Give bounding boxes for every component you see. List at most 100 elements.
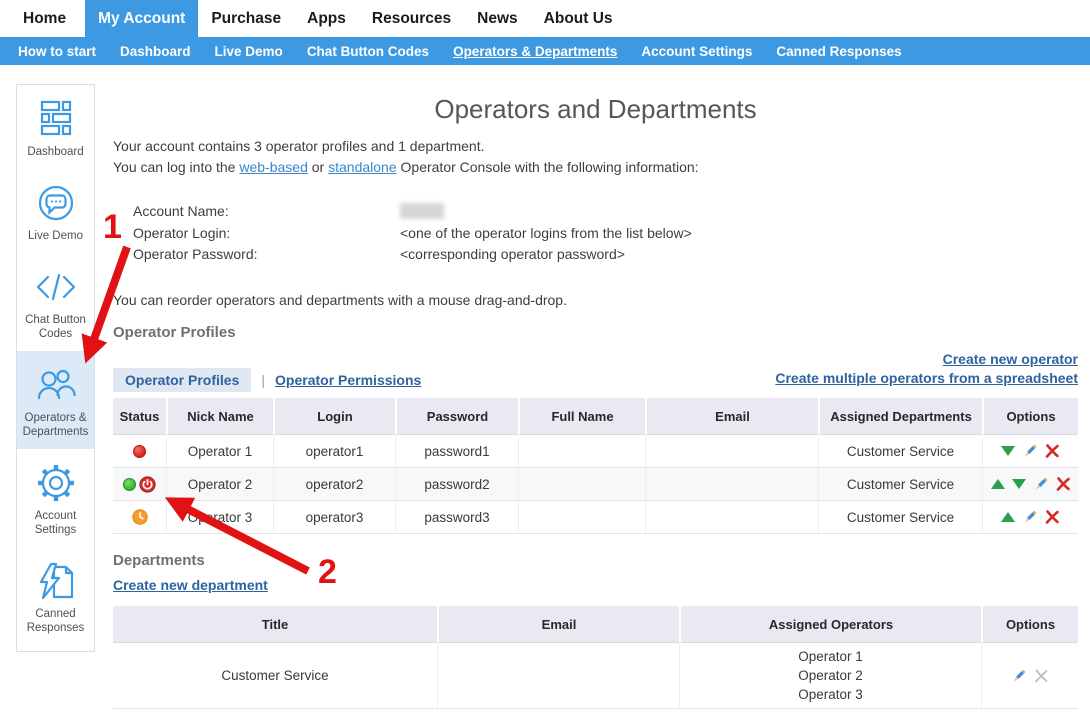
operator-password-label: Operator Password:: [133, 244, 400, 266]
nav-home[interactable]: Home: [10, 0, 79, 37]
edit-icon[interactable]: [1022, 509, 1038, 525]
intro-text: Your account contains 3 operator profile…: [113, 136, 699, 178]
lightning-page-icon: [34, 559, 78, 603]
status-online-icon: [123, 478, 136, 491]
col-email: Email: [645, 398, 818, 435]
top-nav: Home My Account Purchase Apps Resources …: [0, 0, 1090, 37]
create-links: Create new operator Create multiple oper…: [775, 350, 1078, 387]
create-new-department-link[interactable]: Create new department: [113, 577, 268, 593]
nav-my-account[interactable]: My Account: [85, 0, 198, 37]
sidebar-label: Chat Button Codes: [19, 313, 92, 341]
assigned-operators-cell: Operator 1 Operator 2 Operator 3: [679, 643, 981, 709]
account-name-row: Account Name:: [133, 201, 692, 223]
move-down-icon[interactable]: [1001, 446, 1015, 456]
sidebar: Dashboard Live Demo Chat Button Codes: [16, 84, 95, 652]
sidebar-item-dashboard[interactable]: Dashboard: [17, 85, 94, 169]
standalone-link[interactable]: standalone: [328, 159, 397, 175]
delete-icon[interactable]: [1045, 444, 1060, 458]
status-away-clock-icon: [132, 509, 148, 525]
subnav-canned-responses[interactable]: Canned Responses: [764, 44, 913, 59]
move-up-icon[interactable]: [991, 479, 1005, 489]
col-options: Options: [982, 398, 1078, 435]
assigned-operator: Operator 3: [680, 685, 981, 704]
login-credentials: Account Name: Operator Login: <one of th…: [133, 201, 692, 266]
sidebar-label: Account Settings: [19, 509, 92, 537]
operator-row-3: Operator 3 operator3 password3 Customer …: [113, 501, 1078, 534]
full-name-cell: [518, 435, 645, 468]
nav-resources[interactable]: Resources: [359, 0, 464, 37]
sidebar-label: Operators & Departments: [19, 411, 92, 439]
edit-icon[interactable]: [1033, 476, 1049, 492]
logout-power-icon[interactable]: [139, 476, 156, 493]
delete-disabled-icon: [1034, 669, 1049, 683]
operators-departments-page: Home My Account Purchase Apps Resources …: [0, 0, 1090, 722]
tab-operator-profiles[interactable]: Operator Profiles: [113, 368, 251, 392]
tab-operator-permissions[interactable]: Operator Permissions: [275, 372, 421, 388]
department-row-1: Customer Service Operator 1 Operator 2 O…: [113, 643, 1078, 709]
departments-cell: Customer Service: [818, 501, 982, 534]
delete-icon[interactable]: [1045, 510, 1060, 524]
edit-icon[interactable]: [1011, 668, 1027, 684]
subnav-live-demo[interactable]: Live Demo: [203, 44, 295, 59]
operator-password-value: <corresponding operator password>: [400, 244, 625, 266]
intro-line-2: You can log into the web-based or standa…: [113, 157, 699, 178]
email-cell: [645, 468, 818, 501]
col-login: Login: [273, 398, 395, 435]
login-cell: operator2: [273, 468, 395, 501]
dashboard-icon: [34, 97, 78, 141]
sidebar-item-live-demo[interactable]: Live Demo: [17, 169, 94, 253]
col-email: Email: [437, 606, 679, 643]
nick-name-cell: Operator 2: [166, 468, 273, 501]
department-email-cell: [437, 643, 679, 709]
edit-icon[interactable]: [1022, 443, 1038, 459]
page-title: Operators and Departments: [113, 94, 1078, 125]
col-options: Options: [981, 606, 1078, 643]
intro-line-1: Your account contains 3 operator profile…: [113, 136, 699, 157]
department-title-cell: Customer Service: [113, 643, 437, 709]
nick-name-cell: Operator 3: [166, 501, 273, 534]
web-based-link[interactable]: web-based: [239, 159, 308, 175]
subnav-account-settings[interactable]: Account Settings: [629, 44, 764, 59]
create-new-operator-link[interactable]: Create new operator: [943, 351, 1078, 367]
full-name-cell: [518, 501, 645, 534]
login-cell: operator1: [273, 435, 395, 468]
subnav-chat-button-codes[interactable]: Chat Button Codes: [295, 44, 441, 59]
col-assigned-departments: Assigned Departments: [818, 398, 982, 435]
operator-password-row: Operator Password: <corresponding operat…: [133, 244, 692, 266]
password-cell: password1: [395, 435, 518, 468]
login-cell: operator3: [273, 501, 395, 534]
sidebar-item-operators-departments[interactable]: Operators & Departments: [17, 351, 94, 449]
sidebar-label: Dashboard: [19, 145, 92, 159]
status-offline-icon: [133, 445, 146, 458]
move-up-icon[interactable]: [1001, 512, 1015, 522]
nav-apps[interactable]: Apps: [294, 0, 359, 37]
subnav-dashboard[interactable]: Dashboard: [108, 44, 203, 59]
move-down-icon[interactable]: [1012, 479, 1026, 489]
departments-table: Title Email Assigned Operators Options C…: [113, 606, 1078, 709]
sidebar-item-chat-button-codes[interactable]: Chat Button Codes: [17, 253, 94, 351]
sidebar-label: Live Demo: [19, 229, 92, 243]
reorder-note: You can reorder operators and department…: [113, 292, 567, 308]
subnav-how-to-start[interactable]: How to start: [6, 44, 108, 59]
nick-name-cell: Operator 1: [166, 435, 273, 468]
col-nick-name: Nick Name: [166, 398, 273, 435]
nav-purchase[interactable]: Purchase: [198, 0, 294, 37]
sidebar-item-canned-responses[interactable]: Canned Responses: [17, 547, 94, 645]
subnav-operators-departments[interactable]: Operators & Departments: [441, 44, 629, 59]
sub-nav: How to start Dashboard Live Demo Chat Bu…: [0, 37, 1090, 65]
nav-about-us[interactable]: About Us: [531, 0, 626, 37]
operator-row-1: Operator 1 operator1 password1 Customer …: [113, 435, 1078, 468]
sidebar-item-account-settings[interactable]: Account Settings: [17, 449, 94, 547]
main-content: Operators and Departments Your account c…: [113, 84, 1078, 722]
create-multiple-operators-link[interactable]: Create multiple operators from a spreads…: [775, 370, 1078, 386]
table-header-row: Status Nick Name Login Password Full Nam…: [113, 398, 1078, 435]
nav-news[interactable]: News: [464, 0, 531, 37]
code-icon: [34, 265, 78, 309]
operator-login-label: Operator Login:: [133, 223, 400, 245]
delete-icon[interactable]: [1056, 477, 1071, 491]
col-full-name: Full Name: [518, 398, 645, 435]
email-cell: [645, 501, 818, 534]
col-password: Password: [395, 398, 518, 435]
live-demo-icon: [34, 181, 78, 225]
gear-icon: [34, 461, 78, 505]
